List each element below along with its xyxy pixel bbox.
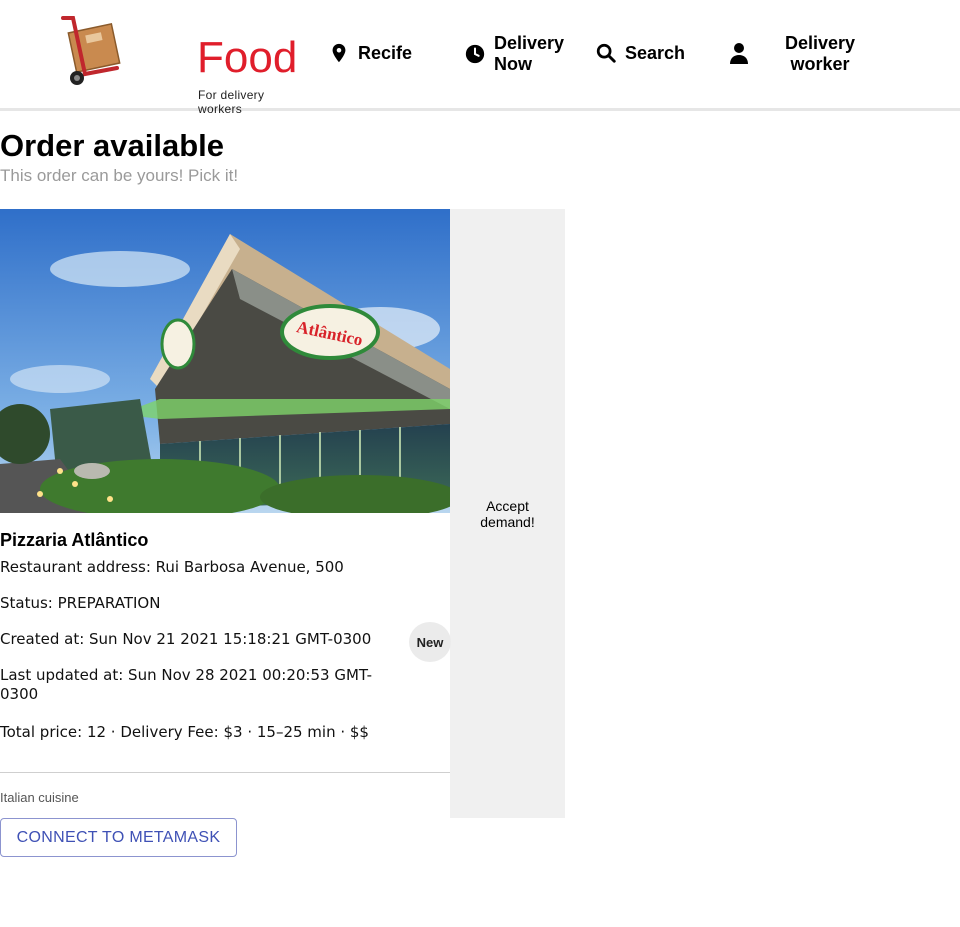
search-icon	[596, 43, 616, 63]
nav-delivery-now[interactable]: Delivery Now	[464, 33, 564, 75]
nav-worker-line1: Delivery	[784, 33, 856, 53]
user-icon[interactable]	[727, 41, 751, 65]
clock-icon	[465, 44, 485, 64]
order-created-at: Created at: Sun Nov 21 2021 15:18:21 GMT…	[0, 630, 372, 648]
nav-delivery-worker-label: Delivery worker	[785, 33, 855, 75]
accept-demand-label: Accept demand!	[480, 497, 535, 530]
restaurant-building-image: Atlântico	[0, 209, 450, 513]
page-title: Order available	[0, 128, 225, 163]
connect-metamask-button[interactable]: CONNECT TO METAMASK	[0, 818, 237, 857]
nav-delivery-now-line2: Now	[494, 54, 532, 74]
header: Food For delivery workers Recife Deliver…	[0, 0, 960, 116]
nav-location[interactable]: Recife	[328, 42, 412, 64]
hand-truck-box-icon	[61, 16, 121, 85]
brand-logo[interactable]: Food For delivery workers	[55, 12, 297, 116]
nav-location-label: Recife	[358, 42, 413, 63]
nav-search[interactable]: Search	[595, 42, 685, 64]
brand-tagline: For delivery workers	[198, 88, 265, 116]
nav-delivery-now-label: Delivery Now	[494, 33, 564, 75]
nav-worker-line2: worker	[790, 54, 850, 74]
restaurant-photo: Atlântico	[0, 209, 450, 513]
order-pricing: Total price: 12 · Delivery Fee: $3 · 15–…	[0, 723, 369, 741]
new-badge: New	[409, 622, 451, 662]
accept-demand-button[interactable]: Accept demand!	[450, 209, 565, 818]
order-updated-at-line2: 0300	[0, 685, 39, 703]
nav-search-label: Search	[625, 42, 686, 63]
order-status: Status: PREPARATION	[0, 594, 161, 612]
order-updated-at: Last updated at: Sun Nov 28 2021 00:20:5…	[0, 666, 372, 704]
nav-delivery-now-line1: Delivery	[494, 33, 565, 53]
restaurant-name: Pizzaria Atlântico	[0, 530, 149, 550]
nav-delivery-worker[interactable]: Delivery worker	[778, 33, 862, 75]
brand-name: Food	[197, 33, 298, 82]
restaurant-address: Restaurant address: Rui Barbosa Avenue, …	[0, 558, 344, 576]
cuisine-label: Italian cuisine	[0, 790, 79, 805]
map-pin-icon	[332, 43, 346, 63]
page-subtitle: This order can be yours! Pick it!	[0, 166, 239, 185]
card-divider	[0, 772, 450, 773]
order-updated-at-line1: Last updated at: Sun Nov 28 2021 00:20:5…	[0, 666, 373, 684]
